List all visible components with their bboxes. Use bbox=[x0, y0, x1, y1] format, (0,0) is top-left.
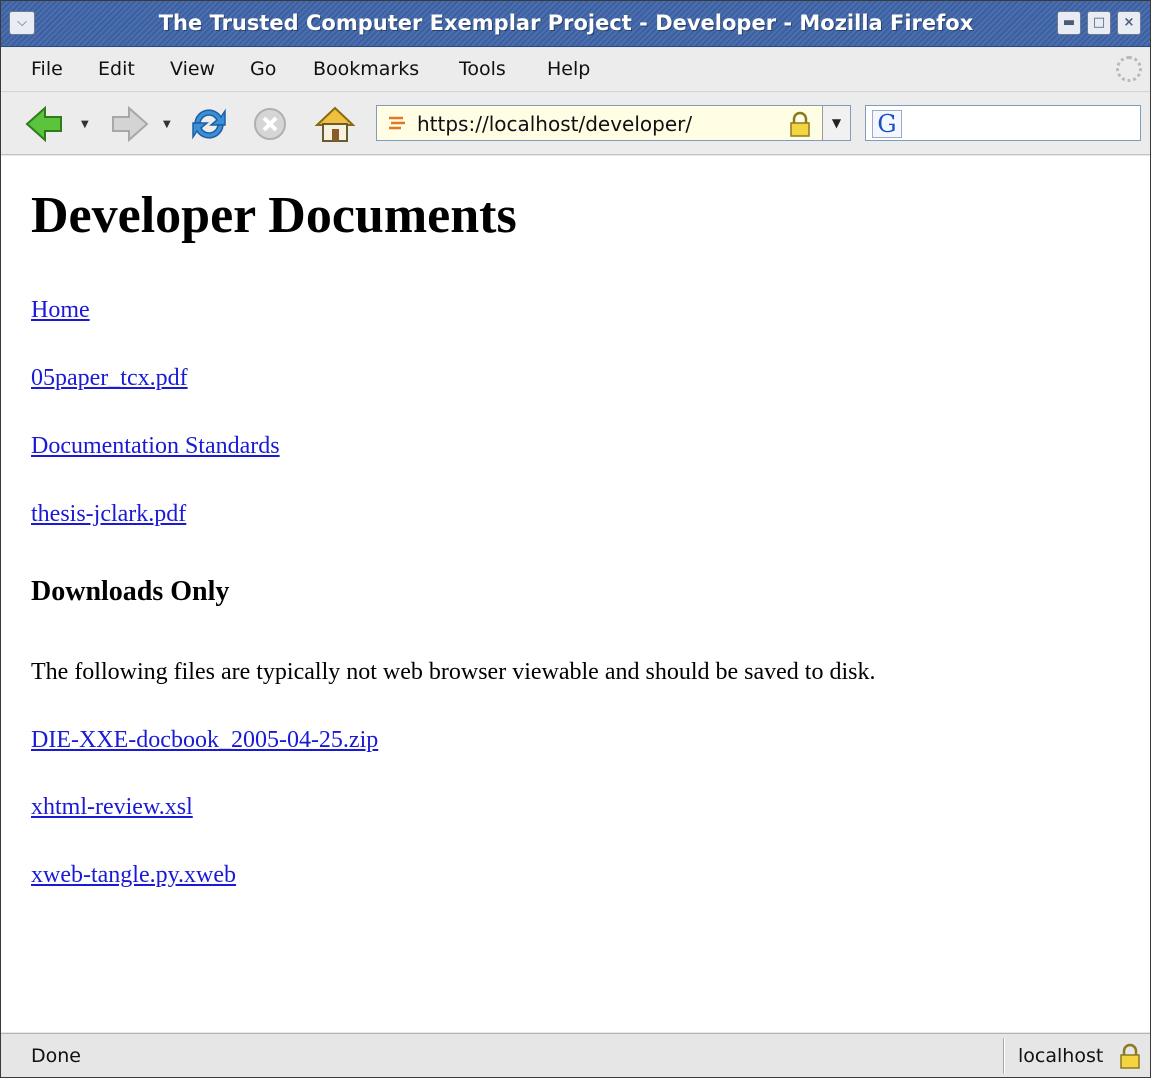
chevron-down-icon: ▼ bbox=[831, 116, 842, 130]
maximize-icon: □ bbox=[1092, 15, 1106, 30]
forward-history-dropdown[interactable]: ▼ bbox=[163, 119, 175, 131]
menu-bar: File Edit View Go Bookmarks Tools Help bbox=[1, 48, 1150, 92]
back-history-dropdown[interactable]: ▼ bbox=[81, 119, 93, 131]
status-text: Done bbox=[31, 1045, 81, 1067]
stop-button[interactable] bbox=[249, 103, 293, 145]
back-arrow-icon bbox=[25, 105, 62, 143]
menu-tools[interactable]: Tools bbox=[459, 58, 506, 80]
downloads-heading: Downloads Only bbox=[31, 576, 230, 607]
link-xweb-tangle-xweb[interactable]: xweb-tangle.py.xweb bbox=[31, 862, 236, 889]
link-die-xxe-docbook-zip[interactable]: DIE-XXE-docbook_2005-04-25.zip bbox=[31, 727, 378, 754]
lock-icon[interactable] bbox=[789, 111, 811, 137]
menu-go[interactable]: Go bbox=[250, 58, 276, 80]
link-05paper-tcx[interactable]: 05paper_tcx.pdf bbox=[31, 365, 188, 392]
menu-file[interactable]: File bbox=[31, 58, 63, 80]
reload-button[interactable] bbox=[187, 103, 231, 145]
url-field[interactable]: https://localhost/developer/ bbox=[417, 112, 692, 136]
minimize-icon: ▬ bbox=[1062, 15, 1076, 30]
url-history-dropdown[interactable]: ▼ bbox=[822, 106, 850, 140]
window-title: The Trusted Computer Exemplar Project - … bbox=[158, 11, 974, 35]
window-menu-button[interactable]: ⌵ bbox=[9, 11, 35, 35]
home-icon bbox=[314, 106, 356, 142]
status-divider bbox=[1003, 1038, 1005, 1074]
menu-view[interactable]: View bbox=[170, 58, 215, 80]
close-icon: × bbox=[1123, 15, 1135, 30]
page-content: Developer Documents Home 05paper_tcx.pdf… bbox=[1, 156, 1150, 1032]
stop-icon bbox=[254, 108, 286, 140]
search-bar[interactable]: G bbox=[865, 105, 1141, 141]
lock-icon[interactable] bbox=[1119, 1043, 1141, 1069]
status-host: localhost bbox=[1018, 1045, 1104, 1067]
forward-button[interactable] bbox=[107, 103, 151, 145]
menu-bookmarks[interactable]: Bookmarks bbox=[313, 58, 419, 80]
menu-help[interactable]: Help bbox=[547, 58, 590, 80]
minimize-button[interactable]: ▬ bbox=[1057, 11, 1081, 35]
link-thesis-jclark[interactable]: thesis-jclark.pdf bbox=[31, 501, 186, 528]
google-icon[interactable]: G bbox=[872, 110, 902, 138]
url-bar[interactable]: https://localhost/developer/ ▼ bbox=[376, 105, 851, 141]
back-button[interactable] bbox=[23, 103, 67, 145]
title-bar[interactable]: ⌵ The Trusted Computer Exemplar Project … bbox=[1, 1, 1150, 47]
navigation-toolbar: ▼ ▼ https://localhost/developer/ ▼ G bbox=[1, 93, 1150, 155]
throbber-icon bbox=[1116, 56, 1142, 82]
link-xhtml-review-xsl[interactable]: xhtml-review.xsl bbox=[31, 794, 193, 821]
link-documentation-standards[interactable]: Documentation Standards bbox=[31, 433, 280, 460]
maximize-button[interactable]: □ bbox=[1087, 11, 1111, 35]
chevron-down-icon: ⌵ bbox=[17, 15, 27, 30]
status-bar: Done localhost bbox=[1, 1033, 1150, 1077]
downloads-note: The following files are typically not we… bbox=[31, 659, 876, 685]
page-heading: Developer Documents bbox=[31, 187, 517, 244]
close-button[interactable]: × bbox=[1117, 11, 1141, 35]
site-favicon-icon bbox=[389, 116, 405, 130]
reload-icon bbox=[192, 108, 226, 140]
menu-edit[interactable]: Edit bbox=[98, 58, 135, 80]
browser-window: ⌵ The Trusted Computer Exemplar Project … bbox=[0, 0, 1151, 1078]
link-home[interactable]: Home bbox=[31, 297, 90, 324]
forward-arrow-icon bbox=[112, 105, 149, 143]
home-button[interactable] bbox=[313, 103, 357, 145]
